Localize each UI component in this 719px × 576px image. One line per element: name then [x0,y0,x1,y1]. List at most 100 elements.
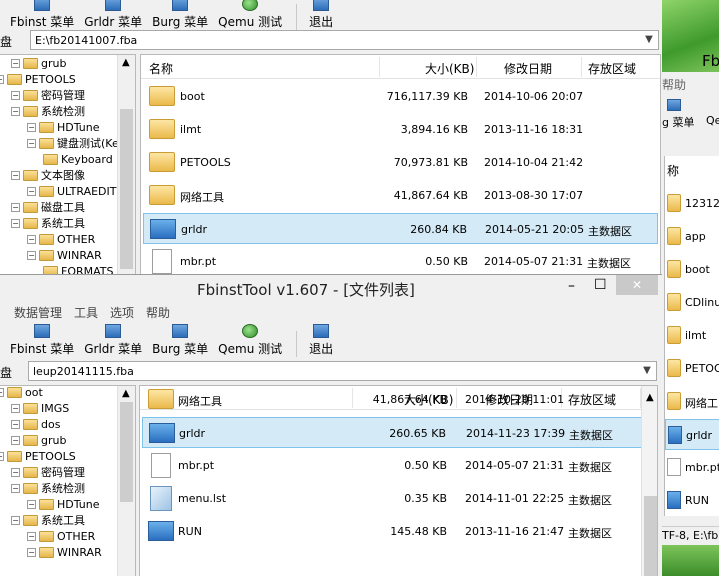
expand-icon[interactable]: − [27,186,36,196]
file-row[interactable]: mbr.pt 0.50 KB 2014-05-07 21:31 主数据区 [142,450,655,481]
col-name[interactable]: 名称 [149,60,173,77]
scroll-up-icon[interactable]: ▲ [122,57,130,68]
expand-icon[interactable]: − [11,90,20,100]
right-list-item[interactable]: CDlinux [665,287,719,318]
toolbar-button-0[interactable]: menu-doc-icon Fbinst 菜单 [10,324,74,357]
tree-node[interactable]: − 系统检测 [11,480,85,496]
right-list-item[interactable]: 网络工 [665,386,719,417]
file-row[interactable]: ilmt 3,894.16 KB 2013-11-16 18:31 [143,114,658,145]
tree-node[interactable]: − ULTRAEDIT [27,183,117,199]
expand-icon[interactable]: − [27,531,36,541]
expand-icon[interactable]: − [11,467,20,477]
tree-node[interactable]: FORMATS [43,263,114,274]
expand-icon[interactable]: − [11,419,20,429]
back-path-field[interactable]: E:\fb20141007.fba ▼ [30,30,659,50]
tree-node[interactable]: − 系统工具 [11,512,85,528]
scroll-up-icon[interactable]: ▲ [122,388,130,399]
scroll-thumb[interactable] [120,109,133,269]
expand-icon[interactable]: − [11,483,20,493]
right-menu-help[interactable]: 帮助 [662,76,719,93]
maximize-button[interactable]: ☐ [594,277,607,293]
expand-icon[interactable]: − [27,234,36,244]
right-list-item[interactable]: grldr [665,419,719,450]
expand-icon[interactable]: − [11,58,20,68]
toolbar-button-3[interactable]: qemu-icon Qemu 测试 [218,324,282,357]
scroll-thumb[interactable] [644,496,657,576]
expand-icon[interactable]: − [27,250,36,260]
file-row[interactable]: boot 716,117.39 KB 2014-10-06 20:07 [143,81,658,112]
tree-node[interactable]: − grub [11,55,66,71]
tree-node[interactable]: − HDTune [27,496,100,512]
col-region[interactable]: 存放区域 [588,60,636,77]
file-row[interactable]: menu.lst 0.35 KB 2014-11-01 22:25 主数据区 [142,483,655,514]
toolbar-button-3[interactable]: qemu-icon Qemu 测试 [218,0,282,30]
right-list-item[interactable]: boot [665,254,719,285]
toolbar-button-2[interactable]: menu-doc-icon Burg 菜单 [152,0,208,30]
front-list-scrollbar[interactable]: ▲ [641,386,657,576]
expand-icon[interactable]: − [11,218,20,228]
tree-node[interactable]: − PETOOLS [0,71,76,87]
file-row[interactable]: 网络工具 41,867.64 KB 2014-10-20 11:01 [142,386,655,415]
tree-node[interactable]: − 密码管理 [11,464,85,480]
toolbar-button-4[interactable]: exit-icon 退出 [309,324,333,357]
expand-icon[interactable]: − [27,547,36,557]
tree-node[interactable]: − oot [0,386,43,400]
right-list-item[interactable]: app [665,221,719,252]
tree-node[interactable]: − 系统检测 [11,103,85,119]
right-toolbar-grub[interactable]: g 菜单 [662,114,694,130]
front-path-field[interactable]: leup20141115.fba ▼ [28,361,657,381]
back-tree-scrollbar[interactable]: ▲ [117,55,135,274]
front-tree-scrollbar[interactable]: ▲ [117,386,135,576]
file-row[interactable]: 网络工具 41,867.64 KB 2013-08-30 17:07 [143,180,658,211]
tree-node[interactable]: − grub [11,432,66,448]
expand-icon[interactable]: − [11,170,20,180]
expand-icon[interactable]: − [27,499,36,509]
tree-node[interactable]: Keyboard [43,151,113,167]
file-row[interactable]: grldr 260.65 KB 2014-11-23 17:39 主数据区 [142,417,655,448]
toolbar-button-1[interactable]: menu-doc-icon Grldr 菜单 [84,324,142,357]
tree-node[interactable]: − HDTune [27,119,100,135]
expand-icon[interactable]: − [27,138,36,148]
toolbar-button-2[interactable]: menu-doc-icon Burg 菜单 [152,324,208,357]
file-row[interactable]: mbr.pt 0.50 KB 2014-05-07 21:31 主数据区 [143,246,658,274]
menu-item[interactable]: 选项 [110,304,134,321]
tree-node[interactable]: − WINRAR [27,544,102,560]
right-list-item[interactable]: ilmt [665,320,719,351]
right-list-item[interactable]: PETOOL [665,353,719,384]
tree-node[interactable]: − PETOOLS [0,448,76,464]
minimize-button[interactable]: – [568,278,575,294]
tree-node[interactable]: − 磁盘工具 [11,199,85,215]
expand-icon[interactable]: − [0,74,4,84]
right-list-item[interactable]: mbr.pt [665,452,719,483]
tree-node[interactable]: − IMGS [11,400,69,416]
scroll-thumb[interactable] [120,402,133,502]
file-row[interactable]: RUN 145.48 KB 2013-11-16 21:47 主数据区 [142,516,655,547]
expand-icon[interactable]: − [27,122,36,132]
menu-item[interactable]: 数据管理 [14,304,62,321]
close-button[interactable]: ✕ [616,275,658,295]
expand-icon[interactable]: − [11,515,20,525]
file-row[interactable]: grldr 260.84 KB 2014-05-21 20:05 主数据区 [143,213,658,244]
toolbar-button-0[interactable]: menu-doc-icon Fbinst 菜单 [10,0,74,30]
expand-icon[interactable]: − [0,451,4,461]
right-list-item[interactable]: 123123 [665,188,719,219]
right-list-item[interactable]: RUN [665,485,719,516]
tree-node[interactable]: − OTHER [27,231,95,247]
expand-icon[interactable]: − [11,435,20,445]
right-toolbar-qemu[interactable]: Qe [706,114,719,127]
toolbar-button-4[interactable]: exit-icon 退出 [309,0,333,30]
expand-icon[interactable]: − [0,387,4,397]
menu-item[interactable]: 帮助 [146,304,170,321]
tree-node[interactable]: − 系统工具 [11,215,85,231]
chevron-down-icon[interactable]: ▼ [640,364,654,378]
menu-item[interactable]: 工具 [74,304,98,321]
toolbar-button-1[interactable]: menu-doc-icon Grldr 菜单 [84,0,142,30]
expand-icon[interactable]: − [11,106,20,116]
scroll-up-icon[interactable]: ▲ [646,392,654,403]
expand-icon[interactable]: − [11,403,20,413]
tree-node[interactable]: − 密码管理 [11,87,85,103]
expand-icon[interactable]: − [11,202,20,212]
file-row[interactable]: PETOOLS 70,973.81 KB 2014-10-04 21:42 [143,147,658,178]
chevron-down-icon[interactable]: ▼ [642,33,656,47]
tree-node[interactable]: − OTHER [27,528,95,544]
